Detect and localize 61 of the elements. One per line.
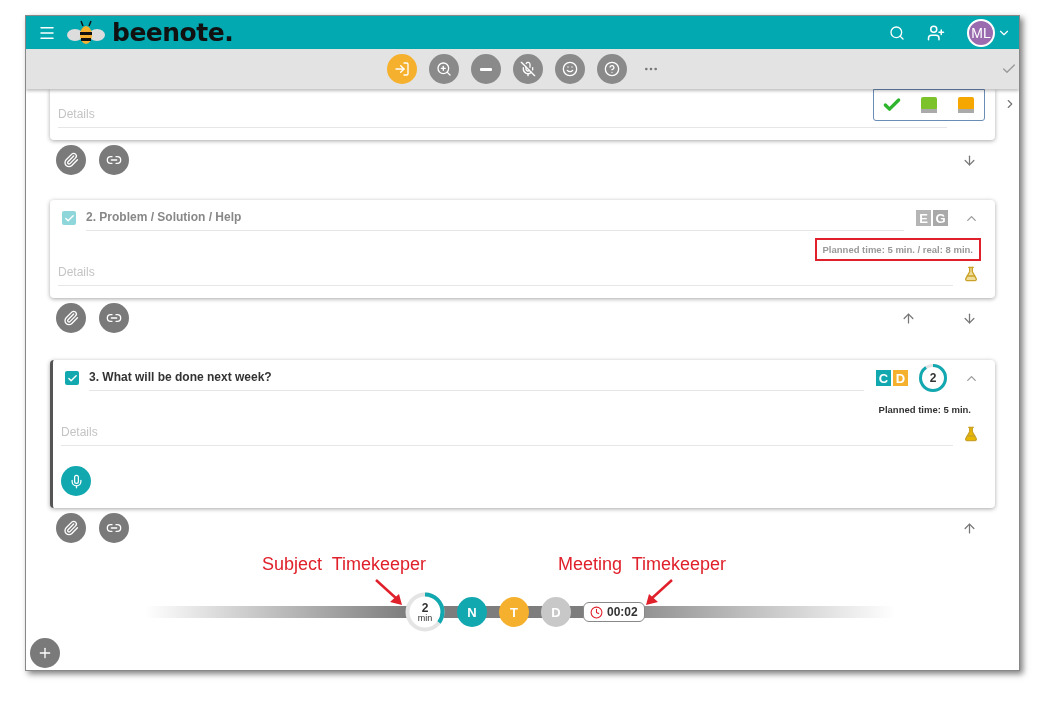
- microphone-icon: [68, 473, 84, 489]
- add-user-icon[interactable]: [927, 23, 945, 42]
- face-icon: [561, 61, 578, 77]
- planned-time: Planned time: 5 min. / real: 8 min.: [816, 240, 979, 259]
- details-field[interactable]: Details: [58, 101, 947, 128]
- subject-timer-value: 2: [421, 601, 429, 614]
- annotation-label: Meeting Timekeeper: [558, 554, 727, 575]
- help-icon: [603, 61, 620, 77]
- mic-off-button[interactable]: [512, 54, 543, 84]
- plus-icon: [37, 645, 53, 661]
- timeline-marker[interactable]: N: [457, 597, 487, 627]
- enter-icon: [393, 61, 410, 77]
- search-icon[interactable]: [889, 24, 905, 41]
- microphone-button[interactable]: [61, 466, 91, 496]
- subject-timer-unit: min: [417, 613, 433, 623]
- planned-time: Planned time: 5 min.: [877, 403, 972, 417]
- annotation-arrow: [374, 578, 404, 606]
- link-button[interactable]: [99, 513, 129, 543]
- help-button[interactable]: [596, 54, 627, 84]
- mic-off-icon: [519, 61, 536, 77]
- letter-badge: C: [876, 370, 891, 386]
- link-button[interactable]: [99, 303, 129, 333]
- flask-icon: [963, 266, 979, 282]
- arrow-down-icon[interactable]: [961, 310, 977, 326]
- attach-button[interactable]: [56, 303, 86, 333]
- annotation-label: Subject Timekeeper: [262, 554, 427, 575]
- letter-badge: D: [893, 370, 908, 386]
- logo-text: beenote.: [112, 18, 234, 47]
- zoom-in-button[interactable]: [428, 54, 459, 84]
- agenda-item-title: 2. Problem / Solution / Help: [86, 205, 904, 231]
- attach-button[interactable]: [56, 145, 86, 175]
- check-icon: [66, 372, 78, 384]
- add-button[interactable]: [30, 638, 60, 668]
- paperclip-icon: [63, 520, 79, 536]
- user-avatar[interactable]: ML: [967, 18, 995, 47]
- paperclip-icon: [63, 310, 79, 326]
- flask-icon: [963, 426, 979, 442]
- details-field[interactable]: Details: [58, 259, 953, 286]
- agenda-item-title: 3. What will be done next week?: [89, 365, 864, 391]
- check-icon: [63, 212, 75, 224]
- checkbox[interactable]: [65, 371, 79, 385]
- zoom-in-icon: [435, 61, 452, 77]
- timer-value: 2: [928, 370, 938, 387]
- minus-button[interactable]: [470, 54, 501, 84]
- clock-icon: [590, 605, 603, 619]
- letter-badge: G: [933, 210, 948, 226]
- book-icon[interactable]: [955, 96, 976, 114]
- link-button[interactable]: [99, 145, 129, 175]
- minus-icon: [479, 67, 492, 71]
- letter-badge: E: [916, 210, 931, 226]
- arrow-down-icon[interactable]: [961, 152, 977, 168]
- bee-logo-icon: [66, 18, 106, 47]
- annotation-arrow: [644, 578, 674, 606]
- details-field[interactable]: Details: [61, 419, 953, 446]
- timeline-marker[interactable]: T: [499, 597, 529, 627]
- face-button[interactable]: [554, 54, 585, 84]
- book-icon[interactable]: [919, 96, 939, 114]
- paperclip-icon: [63, 152, 79, 168]
- meeting-time: 00:02: [607, 605, 638, 619]
- checkbox[interactable]: [62, 211, 76, 225]
- attach-button[interactable]: [56, 513, 86, 543]
